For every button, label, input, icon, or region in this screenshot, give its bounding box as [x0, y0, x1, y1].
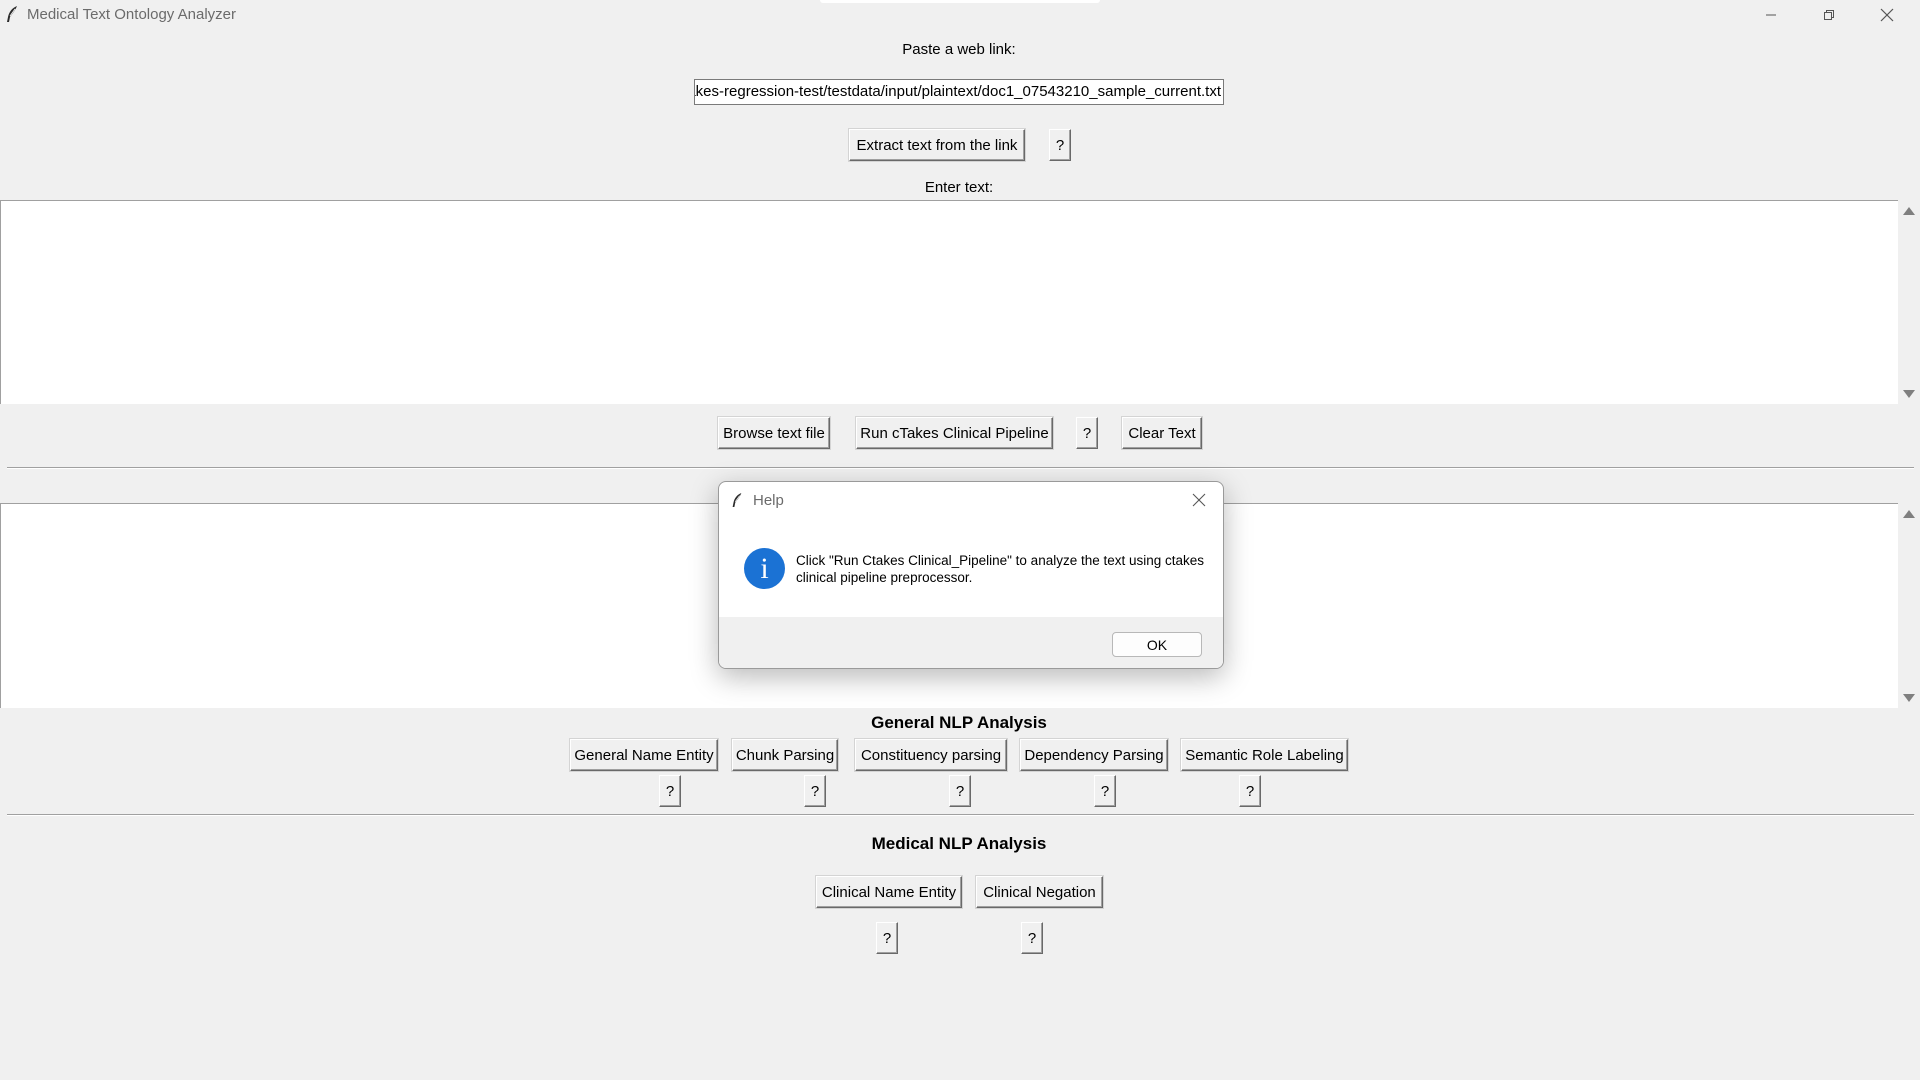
run-ctakes-pipeline-button[interactable]: Run cTakes Clinical Pipeline [856, 417, 1053, 449]
feather-icon [730, 491, 744, 513]
close-icon [1192, 493, 1206, 507]
general-nlp-title: General NLP Analysis [871, 713, 1047, 732]
clinical-name-entity-button[interactable]: Clinical Name Entity [816, 876, 962, 908]
constituency-parsing-button[interactable]: Constituency parsing [855, 739, 1007, 771]
close-icon [1880, 8, 1894, 21]
dependency-parsing-help-button[interactable]: ? [1094, 775, 1116, 807]
top-notch [820, 0, 1100, 3]
window-title: Medical Text Ontology Analyzer [27, 6, 236, 23]
scroll-up-arrow-icon[interactable] [1903, 207, 1915, 215]
dialog-title-bar [719, 482, 1223, 518]
input-scrollbar[interactable] [1898, 200, 1920, 404]
semantic-role-labeling-button[interactable]: Semantic Role Labeling [1181, 739, 1348, 771]
restore-icon [1824, 9, 1834, 20]
title-bar [0, 0, 1920, 29]
chunk-parsing-button[interactable]: Chunk Parsing [732, 739, 838, 771]
extract-text-button[interactable]: Extract text from the link [849, 129, 1025, 161]
scroll-down-arrow-icon[interactable] [1903, 390, 1915, 398]
minimize-icon [1766, 14, 1776, 15]
pipeline-help-button[interactable]: ? [1076, 417, 1098, 449]
info-icon: i [744, 548, 785, 589]
input-text-area[interactable] [0, 200, 1898, 404]
clinical-negation-help-button[interactable]: ? [1021, 922, 1043, 954]
medical-nlp-title: Medical NLP Analysis [871, 834, 1047, 853]
separator [7, 467, 1914, 469]
help-dialog: Help i Click "Run Ctakes Clinical_Pipeli… [718, 481, 1224, 669]
clear-text-button[interactable]: Clear Text [1122, 417, 1202, 449]
dependency-parsing-button[interactable]: Dependency Parsing [1020, 739, 1168, 771]
enter-text-label: Enter text: [924, 179, 994, 196]
constituency-parsing-help-button[interactable]: ? [949, 775, 971, 807]
scroll-up-arrow-icon[interactable] [1903, 510, 1915, 518]
general-name-entity-help-button[interactable]: ? [659, 775, 681, 807]
chunk-parsing-help-button[interactable]: ? [804, 775, 826, 807]
feather-icon [4, 5, 20, 23]
dialog-title: Help [753, 492, 784, 509]
dialog-close-button[interactable] [1187, 490, 1211, 510]
scroll-down-arrow-icon[interactable] [1903, 694, 1915, 702]
separator [7, 814, 1914, 816]
clinical-negation-button[interactable]: Clinical Negation [976, 876, 1103, 908]
browse-text-file-button[interactable]: Browse text file [718, 417, 830, 449]
link-label: Paste a web link: [902, 41, 1016, 58]
output-scrollbar[interactable] [1898, 503, 1920, 708]
url-value: https://github.com/apache/ctakes/blob/ma… [694, 83, 1221, 100]
restore-button[interactable] [1801, 0, 1857, 29]
close-button[interactable] [1859, 0, 1915, 29]
general-name-entity-button[interactable]: General Name Entity [570, 739, 718, 771]
ok-button[interactable]: OK [1112, 632, 1202, 657]
dialog-message: Click "Run Ctakes Clinical_Pipeline" to … [796, 553, 1205, 585]
clinical-name-entity-help-button[interactable]: ? [876, 922, 898, 954]
url-input[interactable]: https://github.com/apache/ctakes/blob/ma… [694, 79, 1224, 105]
extract-help-button[interactable]: ? [1049, 129, 1071, 161]
semantic-role-labeling-help-button[interactable]: ? [1239, 775, 1261, 807]
minimize-button[interactable] [1743, 0, 1799, 29]
